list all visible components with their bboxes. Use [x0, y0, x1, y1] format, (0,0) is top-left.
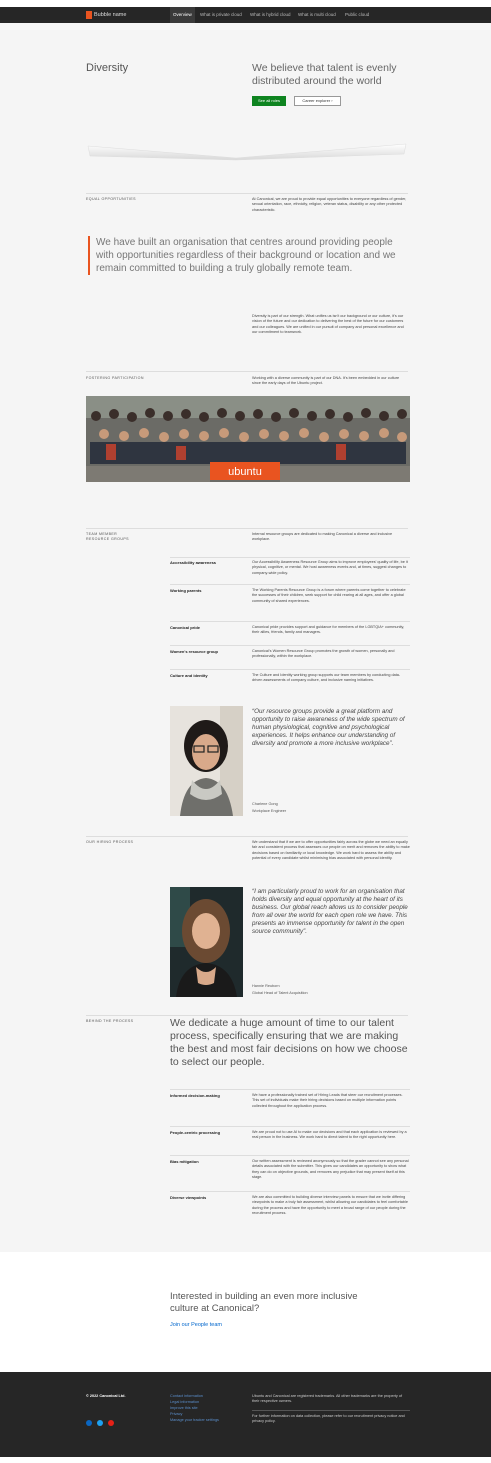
- group-name-accessibility: Accessibility awareness: [170, 560, 217, 565]
- group-text-working-parents: The Working Parents Resource Group is a …: [252, 588, 406, 603]
- quote-hannie: “I am particularly proud to work for an …: [252, 888, 408, 935]
- section-label-fostering: FOSTERING PARTICIPATION: [86, 376, 144, 380]
- copyright: © 2022 Canonical Ltd.: [86, 1394, 126, 1398]
- divider: [170, 1155, 410, 1156]
- brand-name[interactable]: Bubble name: [94, 10, 126, 20]
- process-text-informed: We have a professionally trained set of …: [252, 1093, 403, 1108]
- process-text-bias: Our written assessment is reviewed anony…: [252, 1159, 409, 1180]
- groups-intro: Internal resource groups are dedicated t…: [252, 532, 393, 542]
- footer-link-improve[interactable]: Improve this site: [170, 1406, 198, 1411]
- group-name-culture: Culture and identity: [170, 673, 208, 678]
- section-label-equal: EQUAL OPPORTUNITIES: [86, 197, 136, 201]
- nav-link-private-cloud[interactable]: What is private cloud: [200, 10, 242, 20]
- cta-heading: Interested in building an even more incl…: [170, 1291, 358, 1314]
- group-text-culture: The Culture and Identity working group s…: [252, 673, 401, 683]
- trademark-text: Ubuntu and Canonical are registered trad…: [252, 1394, 403, 1403]
- group-name-pride: Canonical pride: [170, 625, 201, 630]
- behind-heading: We dedicate a huge amount of time to our…: [170, 1017, 408, 1068]
- hiring-text: We understand that if we are to offer op…: [252, 840, 410, 861]
- footer-link-tracker[interactable]: Manage your tracker settings: [170, 1418, 219, 1423]
- divider: [86, 371, 408, 372]
- divider: [170, 645, 410, 646]
- person-role-charlene: Workplace Engineer: [252, 809, 287, 813]
- ubuntu-banner-text: ubuntu: [228, 466, 262, 478]
- group-text-accessibility: Our Accessibility Awareness Resource Gro…: [252, 560, 408, 575]
- divider: [86, 1015, 408, 1016]
- portrait-charlene: [170, 706, 243, 816]
- page-title: Diversity: [86, 62, 129, 74]
- divider: [170, 1089, 410, 1090]
- process-name-bias: Bias mitigation: [170, 1159, 199, 1164]
- process-text-diverse: We are also committed to building divers…: [252, 1195, 408, 1216]
- see-all-roles-button[interactable]: See all roles: [252, 96, 286, 106]
- divider: [170, 1126, 410, 1127]
- divider: [170, 669, 410, 670]
- nav-link-public-cloud[interactable]: Public cloud: [345, 10, 369, 20]
- group-name-working-parents: Working parents: [170, 588, 202, 593]
- twitter-icon[interactable]: [97, 1420, 103, 1426]
- divider: [170, 1191, 410, 1192]
- data-collection-text: For further information on data collecti…: [252, 1414, 405, 1423]
- divider: [170, 557, 410, 558]
- youtube-icon[interactable]: [108, 1420, 114, 1426]
- portrait-hannie: [170, 887, 243, 997]
- divider: [86, 836, 408, 837]
- process-name-diverse: Diverse viewpoints: [170, 1195, 207, 1200]
- hero-heading: We believe that talent is evenly distrib…: [252, 62, 397, 87]
- pull-quote: We have built an organisation that centr…: [88, 236, 408, 275]
- person-role-hannie: Global Head of Talent Acquisition: [252, 991, 308, 995]
- person-name-hannie: Hannie Reuborn: [252, 984, 280, 988]
- brand-logo-icon[interactable]: [86, 11, 92, 19]
- ground-illustration: [87, 143, 407, 161]
- divider: [252, 1410, 410, 1411]
- nav-link-multi-cloud[interactable]: What is multi cloud: [298, 10, 336, 20]
- footer-link-contact[interactable]: Contact information: [170, 1394, 203, 1399]
- group-text-pride: Canonical pride provides support and gui…: [252, 625, 405, 635]
- section-label-behind: BEHIND THE PROCESS: [86, 1019, 134, 1023]
- diversity-text: Diversity is part of our strength. What …: [252, 314, 404, 335]
- divider: [170, 621, 410, 622]
- person-name-charlene: Charlene Gong: [252, 802, 278, 806]
- process-name-people: People-centric processing: [170, 1130, 221, 1135]
- top-nav: [0, 7, 491, 23]
- equal-text: At Canonical, we are proud to provide eq…: [252, 197, 407, 212]
- group-name-women: Women's resource group: [170, 649, 218, 654]
- fostering-text: Working with a diverse community is part…: [252, 376, 400, 386]
- nav-link-hybrid-cloud[interactable]: What is hybrid cloud: [250, 10, 291, 20]
- process-text-people: We are proud not to use AI to make our d…: [252, 1130, 407, 1140]
- quote-charlene: “Our resource groups provide a great pla…: [252, 708, 405, 747]
- footer: [0, 1372, 491, 1457]
- divider: [86, 528, 408, 529]
- group-photo: ubuntu: [86, 396, 410, 482]
- footer-link-legal[interactable]: Legal information: [170, 1400, 199, 1405]
- join-people-team-link[interactable]: Join our People team: [170, 1322, 222, 1328]
- section-label-groups: TEAM MEMBER RESOURCE GROUPS: [86, 532, 129, 541]
- nav-link-overview[interactable]: Overview: [170, 7, 195, 24]
- section-label-hiring: OUR HIRING PROCESS: [86, 840, 134, 844]
- process-name-informed: Informed decision-making: [170, 1093, 220, 1098]
- career-explorer-button[interactable]: Career explorer ›: [294, 96, 341, 106]
- footer-link-privacy[interactable]: Privacy: [170, 1412, 182, 1417]
- linkedin-icon[interactable]: [86, 1420, 92, 1426]
- divider: [86, 193, 408, 194]
- divider: [170, 584, 410, 585]
- group-text-women: Canonical's Women Resource Group promote…: [252, 649, 395, 659]
